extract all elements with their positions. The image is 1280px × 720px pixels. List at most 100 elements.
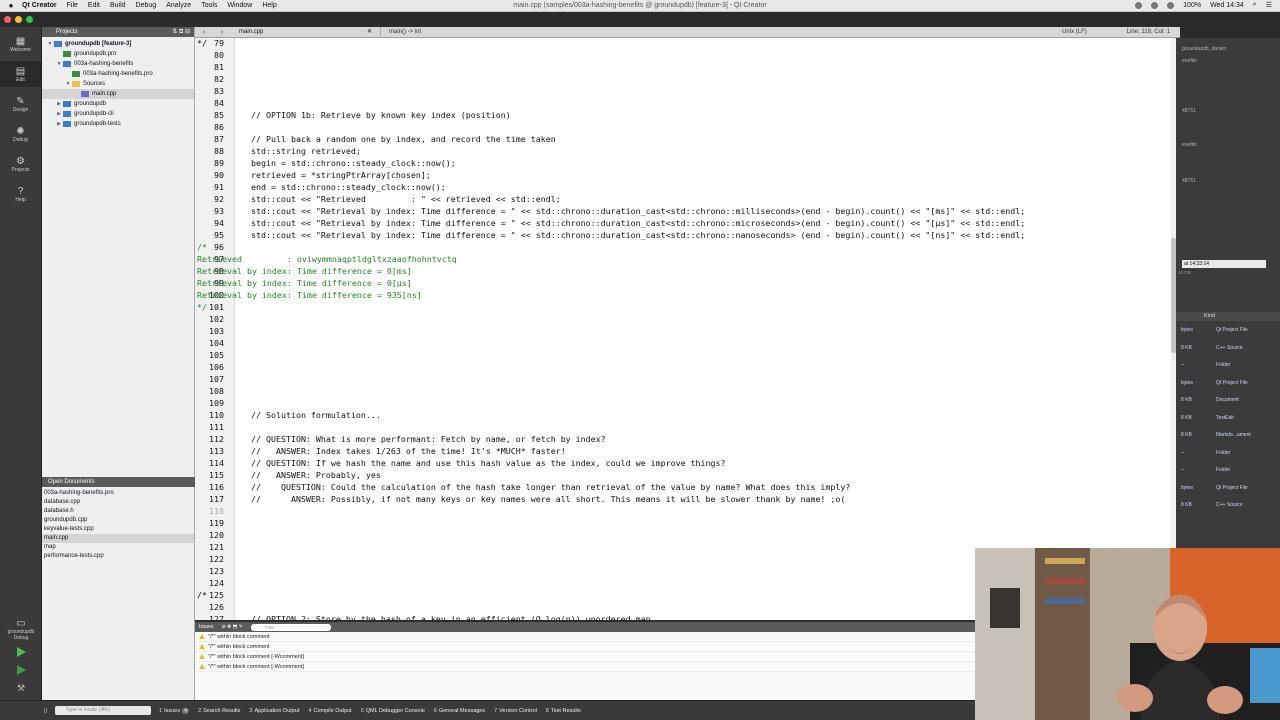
menu-analyze[interactable]: Analyze — [166, 2, 191, 9]
output-tab-test-results[interactable]: 8 Test Results — [546, 708, 581, 714]
code-line[interactable]: 96/* — [195, 241, 1176, 253]
finder-row[interactable]: 8 KB Markdo...ument — [1176, 431, 1280, 439]
finder-row[interactable]: bytes Qt Project File — [1176, 484, 1280, 492]
code-line[interactable]: 119 — [195, 517, 1176, 529]
code-line[interactable]: 115 // ANSWER: Probably, yes — [195, 469, 1176, 481]
back-arrow-icon[interactable]: ‹ — [203, 29, 205, 36]
apple-icon[interactable]: ● — [6, 1, 16, 10]
open-document-item[interactable]: 003a-hashing-benefits.pro — [42, 489, 194, 498]
code-line[interactable]: 114 // QUESTION: If we hash the name and… — [195, 457, 1176, 469]
expand-arrow-icon[interactable]: ▼ — [46, 39, 54, 49]
code-line[interactable]: 111 — [195, 421, 1176, 433]
finder-item[interactable]: 48751 — [1182, 178, 1196, 184]
code-line[interactable]: 91 end = std::chrono::steady_clock::now(… — [195, 181, 1176, 193]
output-tab-general-messages[interactable]: 6 General Messages — [434, 708, 485, 714]
filter-icons[interactable]: ⊘ ✚ ⬒ ✎ — [221, 624, 242, 630]
code-line[interactable]: 112 // QUESTION: What is more performant… — [195, 433, 1176, 445]
code-line[interactable]: 81 — [195, 61, 1176, 73]
mode-edit[interactable]: ▤ Edit — [0, 61, 41, 87]
output-tab-application-output[interactable]: 3 Application Output — [249, 708, 299, 714]
mode-welcome[interactable]: ▦ Welcome — [0, 31, 41, 57]
code-editor[interactable]: 79 */80 81 82 83 84 85 // OPTION 1b: Retrieve … — [195, 38, 1176, 620]
close-icon[interactable]: ✕ — [367, 27, 372, 38]
code-line[interactable]: 98 Retrieval by index: Time difference = … — [195, 265, 1176, 277]
search-icon[interactable]: ⌕ — [1253, 1, 1257, 9]
finder-item[interactable]: 48751 — [1182, 108, 1196, 114]
code-line[interactable]: 110 // Solution formulation... — [195, 409, 1176, 421]
menu-edit[interactable]: Edit — [88, 2, 100, 9]
issue-row[interactable]: "/*" within block comment — [195, 632, 975, 642]
code-line[interactable]: 89 begin = std::chrono::steady_clock::no… — [195, 157, 1176, 169]
open-document-item[interactable]: map — [42, 543, 194, 552]
output-tab-issues[interactable]: 1 Issues 4 — [159, 707, 190, 714]
finder-item[interactable]: enefits — [1182, 142, 1197, 148]
issue-row[interactable]: "/*" within block comment — [195, 642, 975, 652]
status-icon[interactable] — [1151, 1, 1159, 9]
code-line[interactable]: 107 — [195, 373, 1176, 385]
menu-debug[interactable]: Debug — [136, 2, 157, 9]
code-line[interactable]: 99 Retrieval by index: Time difference = … — [195, 277, 1176, 289]
code-line[interactable]: 85 // OPTION 1b: Retrieve by known key i… — [195, 109, 1176, 121]
debug-run-icon[interactable] — [16, 665, 26, 675]
issues-filter-input[interactable]: Filter — [250, 623, 331, 631]
projects-pane-title[interactable]: Projects — [56, 27, 78, 37]
tree-item[interactable]: ▼ groundupdb [feature-3] — [42, 39, 194, 49]
open-documents-title[interactable]: Open Documents — [48, 479, 95, 485]
forward-arrow-icon[interactable]: › — [221, 29, 223, 36]
open-document-item[interactable]: keyvalue-tests.cpp — [42, 525, 194, 534]
code-line[interactable]: 100 Retrieval by index: Time difference =… — [195, 289, 1176, 301]
tree-item[interactable]: ▶ groundupdb-cli — [42, 109, 194, 119]
menu-icon[interactable]: ☰ — [1266, 1, 1272, 9]
kit-selector[interactable]: ▭ groundupdb Debug — [8, 618, 35, 641]
code-line[interactable]: 102 — [195, 313, 1176, 325]
app-menu-name[interactable]: Qt Creator — [22, 2, 57, 9]
build-hammer-icon[interactable]: ⚒ — [17, 683, 25, 694]
output-tab-search-results[interactable]: 2 Search Results — [198, 708, 240, 714]
expand-arrow-icon[interactable]: ▶ — [55, 119, 63, 129]
menu-help[interactable]: Help — [262, 2, 276, 9]
finder-row[interactable]: bytes Qt Project File — [1176, 379, 1280, 387]
menu-file[interactable]: File — [67, 2, 78, 9]
pane-controls-icon[interactable]: ⇅ ⧉ ⊟ — [172, 27, 190, 37]
finder-row[interactable]: 8 KB TextEdit — [1176, 414, 1280, 422]
issue-row[interactable]: "/*" within block comment [-Wcomment] — [195, 652, 975, 662]
code-line[interactable]: 106 — [195, 361, 1176, 373]
locator-input[interactable]: Type to locate (⌘K) — [55, 706, 152, 715]
tree-item[interactable]: ▼ Sources — [42, 79, 194, 89]
open-document-item[interactable]: main.cpp — [42, 534, 194, 543]
open-document-item[interactable]: database.cpp — [42, 498, 194, 507]
tree-item[interactable]: groundupdb.pro — [42, 49, 194, 59]
code-line[interactable]: 108 — [195, 385, 1176, 397]
kind-column-header[interactable]: Kind — [1176, 312, 1280, 321]
battery-percent[interactable]: 100% — [1183, 2, 1201, 9]
code-line[interactable]: 103 — [195, 325, 1176, 337]
open-document-item[interactable]: groundupdb.cpp — [42, 516, 194, 525]
finder-row[interactable]: 8 KB C++ Source — [1176, 501, 1280, 509]
code-line[interactable]: 80 — [195, 49, 1176, 61]
finder-row[interactable]: -- Folder — [1176, 361, 1280, 369]
line-endings[interactable]: Unix (LF) — [1062, 29, 1087, 35]
code-line[interactable]: 105 — [195, 349, 1176, 361]
mode-projects[interactable]: ⚙ Projects — [0, 151, 41, 177]
mode-help[interactable]: ? Help — [0, 181, 41, 207]
code-line[interactable]: 117 // ANSWER: Possibly, if not many key… — [195, 493, 1176, 505]
code-line[interactable]: 84 — [195, 97, 1176, 109]
clock[interactable]: Wed 14:34 — [1210, 2, 1244, 9]
code-line[interactable]: 82 — [195, 73, 1176, 85]
finder-item[interactable]: enefits — [1182, 58, 1197, 64]
code-line[interactable]: 104 — [195, 337, 1176, 349]
code-line[interactable]: 116 // QUESTION: Could the calculation o… — [195, 481, 1176, 493]
output-tab-compile-output[interactable]: 4 Compile Output — [308, 708, 351, 714]
tree-item[interactable]: ▶ groundupdb-tests — [42, 119, 194, 129]
menu-window[interactable]: Window — [227, 2, 252, 9]
finder-row[interactable]: 8 KB C++ Source — [1176, 344, 1280, 352]
expand-arrow-icon[interactable]: ▶ — [55, 109, 63, 119]
mode-design[interactable]: ✎ Design — [0, 91, 41, 117]
expand-arrow-icon[interactable]: ▶ — [55, 99, 63, 109]
code-line[interactable]: 88 std::string retrieved; — [195, 145, 1176, 157]
cursor-position[interactable]: Line: 118, Col: 1 — [1127, 29, 1170, 35]
issue-row[interactable]: "/*" within block comment [-Wcomment] — [195, 662, 975, 672]
menu-build[interactable]: Build — [110, 2, 126, 9]
tree-item[interactable]: ▼ 003a-hashing-benefits — [42, 59, 194, 69]
tree-item[interactable]: ▶ groundupdb — [42, 99, 194, 109]
